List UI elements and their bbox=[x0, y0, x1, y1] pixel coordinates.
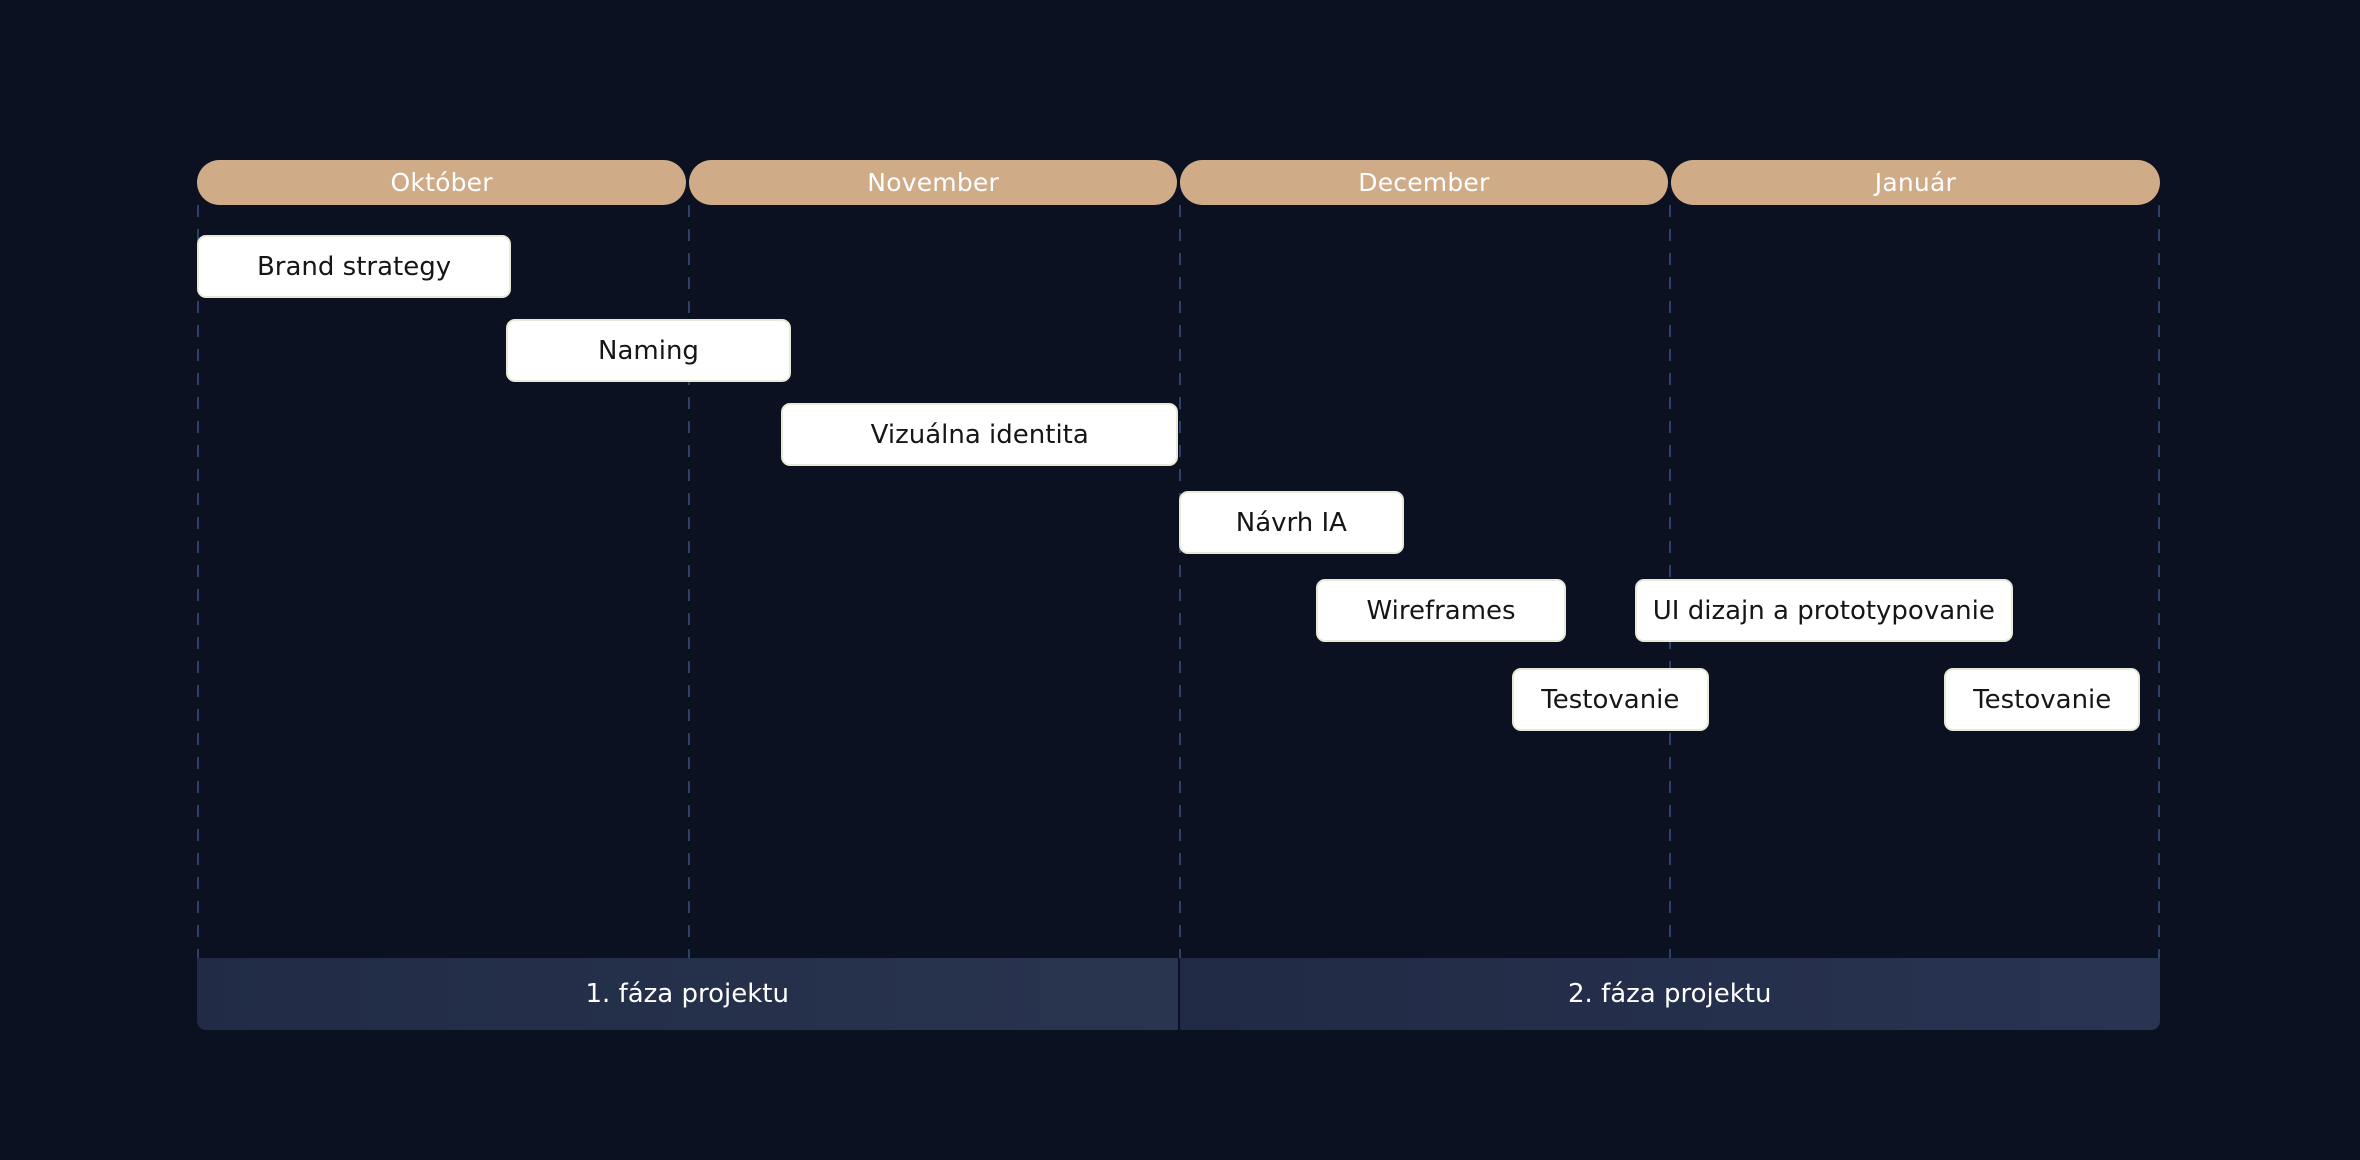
task-bar-návrh-ia[interactable]: Návrh IA bbox=[1178, 491, 1405, 554]
task-bar-naming[interactable]: Naming bbox=[506, 319, 791, 382]
month-divider-line bbox=[687, 205, 690, 958]
task-bar-vizuálna-identita[interactable]: Vizuálna identita bbox=[780, 403, 1179, 466]
phase-bar-1: 1. fáza projektu bbox=[197, 958, 1178, 1030]
month-header-3: December bbox=[1180, 160, 1668, 205]
task-bar-ui-dizajn-a-prototypovanie[interactable]: UI dizajn a prototypovanie bbox=[1634, 579, 2013, 642]
phase-bar-2: 2. fáza projektu bbox=[1179, 958, 2160, 1030]
task-bar-brand-strategy[interactable]: Brand strategy bbox=[197, 235, 512, 298]
month-header-4: Január bbox=[1670, 160, 2160, 205]
month-header-1: Október bbox=[197, 160, 687, 205]
task-bar-testovanie[interactable]: Testovanie bbox=[1944, 668, 2141, 731]
month-header-2: November bbox=[689, 160, 1177, 205]
task-bar-testovanie[interactable]: Testovanie bbox=[1512, 668, 1709, 731]
month-divider-line bbox=[197, 205, 199, 958]
timeline-chart: Október November December Január Brand stra… bbox=[0, 0, 2360, 1160]
month-divider-line bbox=[1178, 205, 1181, 958]
task-bar-wireframes[interactable]: Wireframes bbox=[1315, 579, 1567, 642]
month-divider-line bbox=[2158, 205, 2160, 958]
